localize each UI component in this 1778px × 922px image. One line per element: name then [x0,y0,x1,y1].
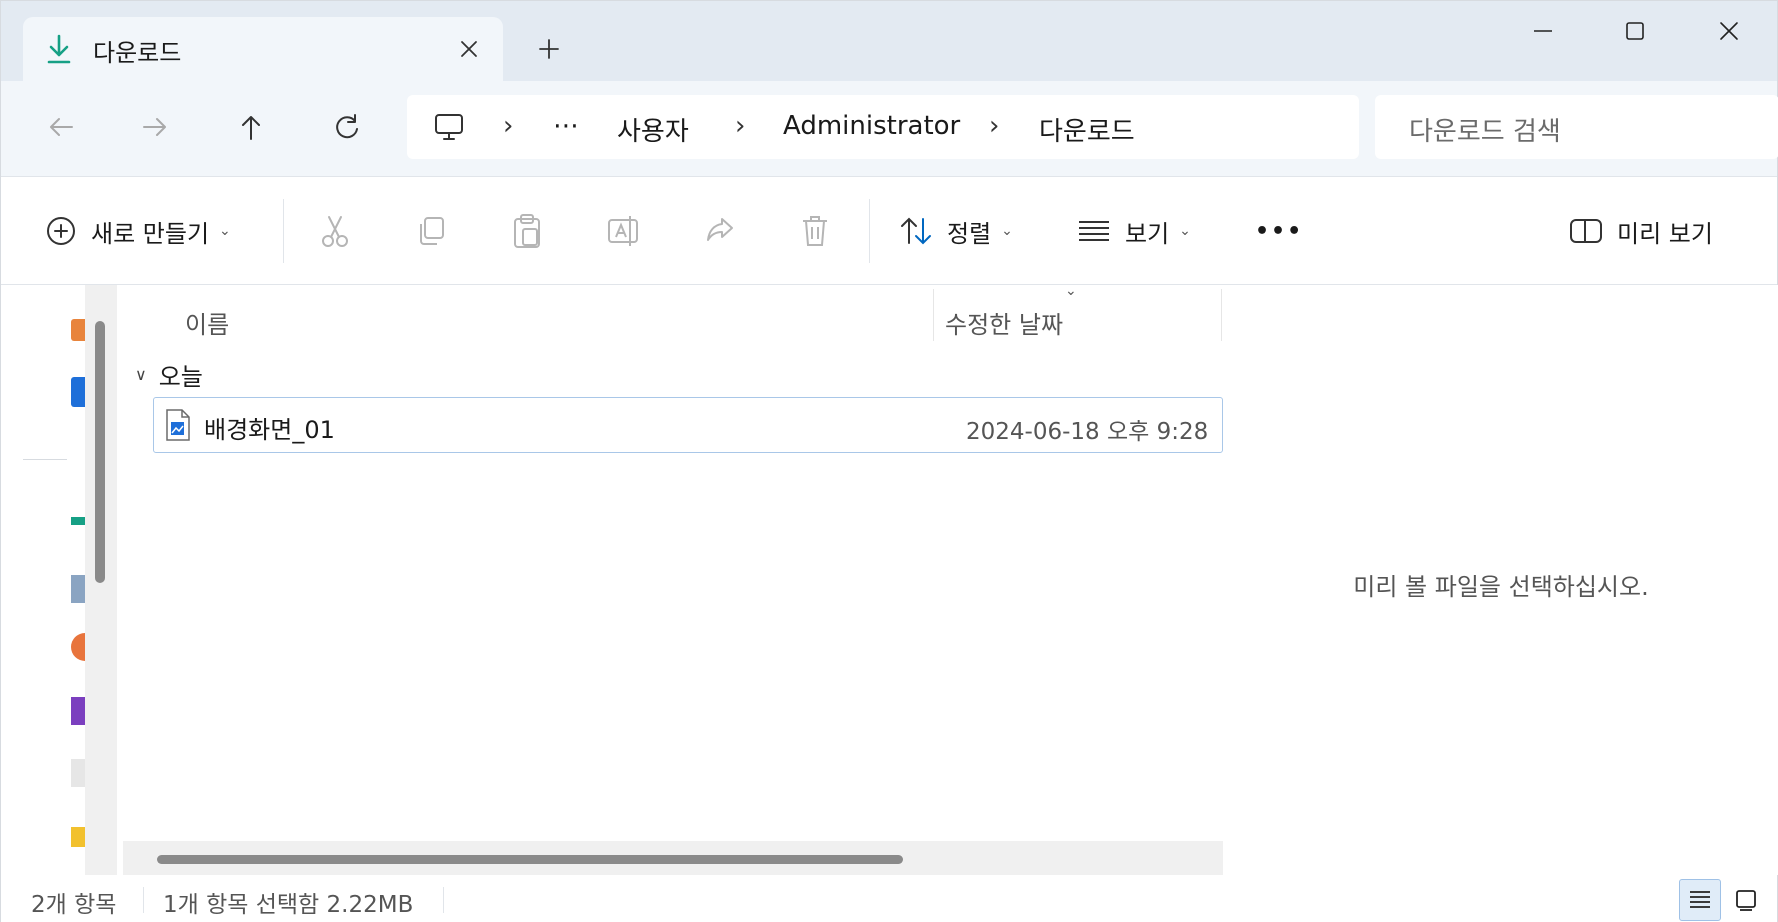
command-bar: 새로 만들기 ⌄ 정렬 ⌄ 보기 ⌄ ••• 미리 보기 [1,177,1777,285]
breadcrumb-users[interactable]: 사용자 [617,111,689,148]
sort-caret-icon: ⌄ [1065,283,1077,299]
delete-trash-icon[interactable] [795,211,835,251]
up-arrow-icon[interactable] [229,105,273,149]
new-tab-plus-icon[interactable] [531,31,567,67]
paste-clipboard-icon[interactable] [507,211,547,251]
maximize-icon[interactable] [1607,11,1663,51]
download-arrow-icon [41,29,77,69]
divider [23,459,67,460]
view-button-label: 보기 [1125,219,1170,248]
breadcrumb-administrator[interactable]: Administrator [783,111,960,141]
navigation-pane-scroll-thumb[interactable] [95,321,105,583]
search-placeholder: 다운로드 검색 [1409,117,1561,147]
breadcrumb-downloads[interactable]: 다운로드 [1039,111,1135,148]
horizontal-scrollbar[interactable] [123,841,1223,875]
search-input[interactable]: 다운로드 검색 [1375,95,1778,159]
tab-title: 다운로드 [93,39,182,67]
videos-nav-icon[interactable] [71,759,85,787]
sort-button[interactable]: 정렬 ⌄ [899,207,1013,255]
breadcrumb-separator: › [503,111,514,141]
pictures-nav-icon[interactable] [71,633,85,661]
chevron-down-icon: ⌄ [1001,223,1013,239]
preview-pane: 미리 볼 파일을 선택하십시오. [1223,285,1778,875]
divider [443,887,444,913]
column-divider[interactable] [1221,289,1222,341]
details-view-icon[interactable] [1679,879,1721,921]
tab-downloads[interactable]: 다운로드 [23,17,503,81]
chevron-down-icon: ⌄ [219,223,231,239]
breadcrumb-separator: › [735,111,746,141]
status-bar: 2개 항목 1개 항목 선택함 2.22MB [1,875,1777,922]
preview-message: 미리 볼 파일을 선택하십시오. [1353,573,1649,601]
back-arrow-icon[interactable] [39,105,83,149]
navigation-bar: › ⋯ 사용자 › Administrator › 다운로드 다운로드 검색 [1,81,1778,177]
more-dots-icon: ••• [1255,218,1304,244]
sort-button-label: 정렬 [947,219,992,248]
file-row[interactable]: 배경화면_01 2024-06-18 오후 9:28 [153,397,1223,453]
file-name: 배경화면_01 [204,416,335,444]
address-bar[interactable]: › ⋯ 사용자 › Administrator › 다운로드 [407,95,1359,159]
divider [869,199,870,263]
column-header-modified[interactable]: 수정한 날짜 [945,305,1063,340]
file-explorer-window: 다운로드 › ⋯ 사용자 › Administrator › 다운로드 다운로드… [0,0,1778,922]
chevron-down-icon: ∨ [135,365,147,384]
horizontal-scroll-thumb[interactable] [157,855,903,864]
gallery-icon[interactable] [71,377,85,407]
documents-nav-icon[interactable] [71,575,85,603]
share-icon[interactable] [699,211,739,251]
music-nav-icon[interactable] [71,697,85,725]
view-lines-icon [1079,221,1109,241]
breadcrumb-overflow[interactable]: ⋯ [553,111,579,141]
more-options-button[interactable]: ••• [1255,207,1303,255]
this-pc-monitor-icon[interactable] [431,109,467,145]
copy-icon[interactable] [411,211,451,251]
plus-circle-icon [47,217,75,245]
forward-arrow-icon[interactable] [133,105,177,149]
refresh-icon[interactable] [325,105,369,149]
home-icon[interactable] [71,319,85,341]
file-modified-date: 2024-06-18 오후 9:28 [966,419,1209,445]
close-icon[interactable] [451,31,487,67]
chevron-down-icon: ⌄ [1179,223,1191,239]
group-header-today[interactable]: ∨ 오늘 [135,357,203,392]
minimize-icon[interactable] [1515,11,1571,51]
image-file-icon [164,408,194,442]
sort-arrows-icon [901,217,931,245]
folder-nav-icon[interactable] [71,827,85,847]
status-item-count: 2개 항목 [31,892,117,918]
column-divider[interactable] [933,289,934,341]
title-bar: 다운로드 [1,1,1777,81]
group-label: 오늘 [158,363,203,391]
view-button[interactable]: 보기 ⌄ [1077,207,1191,255]
new-button-label: 새로 만들기 [91,219,210,248]
rename-icon[interactable] [603,211,643,251]
preview-button-label: 미리 보기 [1617,219,1713,248]
divider [143,887,144,913]
large-icons-view-icon[interactable] [1725,879,1767,921]
breadcrumb-separator: › [989,111,1000,141]
window-close-icon[interactable] [1701,11,1757,51]
cut-scissors-icon[interactable] [315,211,355,251]
downloads-nav-icon[interactable] [71,517,85,525]
status-selection: 1개 항목 선택함 2.22MB [163,892,414,918]
preview-pane-icon [1570,219,1602,243]
new-button[interactable]: 새로 만들기 ⌄ [45,207,231,255]
column-header-name[interactable]: 이름 [185,305,229,340]
preview-pane-button[interactable]: 미리 보기 [1569,207,1713,255]
divider [283,199,284,263]
file-list: 이름 ⌄ 수정한 날짜 ∨ 오늘 배경화면_01 2024-06-18 오후 9… [123,283,1223,875]
